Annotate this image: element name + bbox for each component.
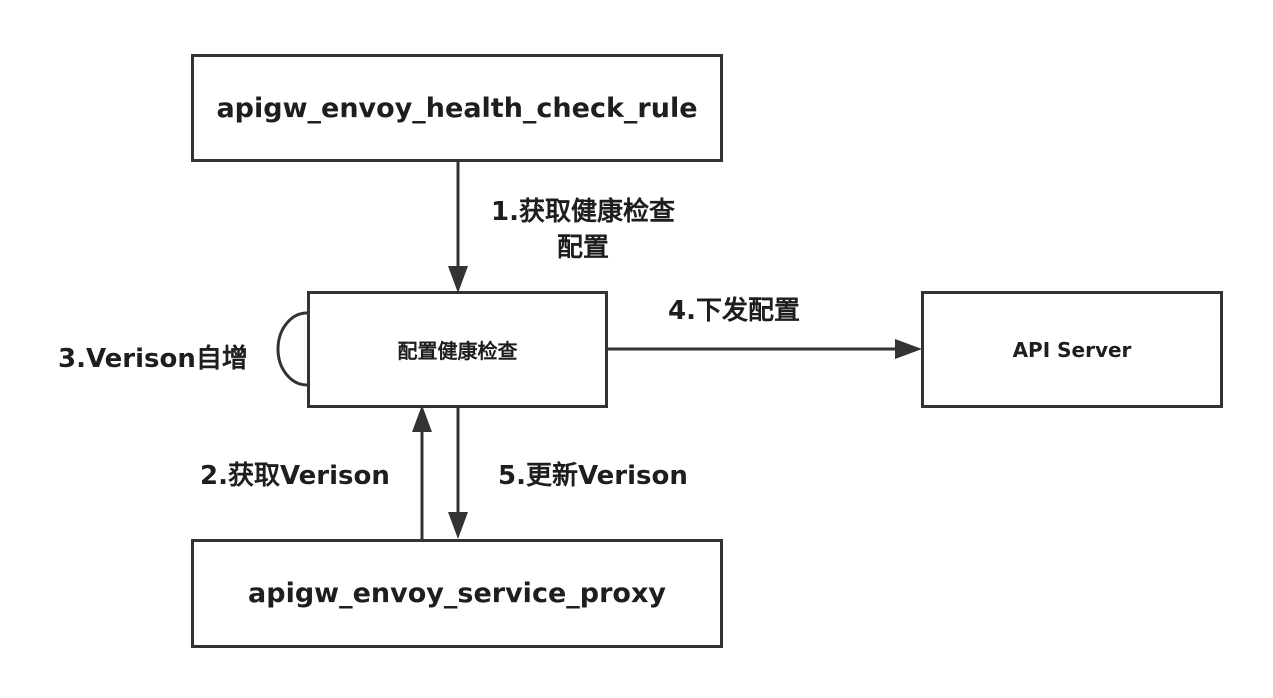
configure-health-check-node: 配置健康检查 — [307, 291, 608, 408]
step5-label: 5.更新Verison — [498, 461, 688, 491]
step1-label-line2: 配置 — [556, 233, 609, 263]
arrow-update-version — [448, 408, 468, 539]
service-proxy-node: apigw_envoy_service_proxy — [191, 539, 723, 648]
arrow-fetch-version — [412, 405, 432, 539]
health-check-rule-node: apigw_envoy_health_check_rule — [191, 54, 723, 162]
self-loop-version-increment — [276, 311, 308, 387]
arrow-push-config — [608, 339, 922, 359]
arrow-fetch-health-check-config — [448, 162, 468, 293]
step1-label: 1.获取健康检查 配置 — [468, 194, 698, 266]
step4-label: 4.下发配置 — [668, 296, 800, 326]
step1-label-line1: 1.获取健康检查 — [491, 197, 675, 227]
step3-label: 3.Verison自增 — [58, 344, 248, 374]
api-server-node: API Server — [921, 291, 1223, 408]
step2-label: 2.获取Verison — [200, 461, 390, 491]
